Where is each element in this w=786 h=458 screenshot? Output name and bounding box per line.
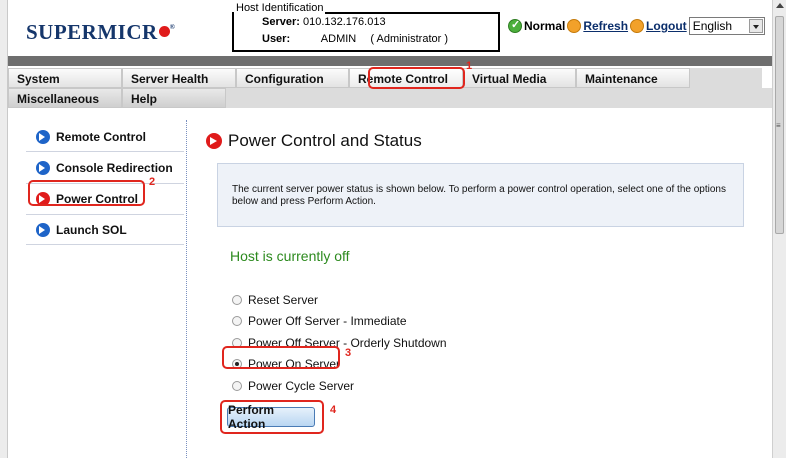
status-area: Normal Refresh Logout English <box>508 17 765 35</box>
sidebar-item-label: Launch SOL <box>56 222 127 237</box>
sidebar-divider <box>186 120 187 458</box>
nav-filler-2 <box>226 88 772 108</box>
user-label: User: <box>262 33 291 45</box>
nav-virtual-media[interactable]: Virtual Media <box>463 68 576 88</box>
server-value: 010.132.176.013 <box>302 16 386 28</box>
option-label: Power Cycle Server <box>248 378 355 393</box>
logo-dot-icon <box>158 26 170 37</box>
nav-help[interactable]: Help <box>122 88 226 108</box>
info-box: The current server power status is shown… <box>217 163 744 227</box>
language-select[interactable]: English <box>688 17 765 35</box>
host-status: Host is currently off <box>230 248 350 264</box>
user-role: ( Administrator ) <box>370 33 449 45</box>
option-label: Reset Server <box>248 292 319 307</box>
nav-maintenance[interactable]: Maintenance <box>576 68 690 88</box>
user-row: User: ADMIN ( Administrator ) <box>262 33 448 45</box>
page-title-text: Power Control and Status <box>228 131 422 150</box>
option-power-off-immediate[interactable]: Power Off Server - Immediate <box>232 311 447 333</box>
status-text: Normal <box>524 19 566 33</box>
power-options: Reset Server Power Off Server - Immediat… <box>232 289 447 397</box>
annotation-box-4 <box>220 400 324 434</box>
annotation-number-4: 4 <box>330 404 337 416</box>
nav-server-health[interactable]: Server Health <box>122 68 236 88</box>
window-left-border <box>0 0 8 458</box>
sidebar-item-label: Console Redirection <box>56 160 173 175</box>
header: SUPERMICR ® Host Identification Server: 0… <box>8 0 772 56</box>
red-arrow-icon <box>206 133 222 149</box>
vertical-scrollbar[interactable]: ≡ <box>772 0 786 458</box>
server-label: Server: <box>262 16 300 28</box>
logo-text: SUPERMICR <box>26 20 158 44</box>
server-row: Server: 010.132.176.013 <box>262 16 386 28</box>
chevron-down-icon[interactable] <box>748 19 763 33</box>
refresh-icon[interactable] <box>567 19 582 33</box>
blue-arrow-icon <box>36 222 50 237</box>
language-value: English <box>692 19 733 33</box>
radio-button[interactable] <box>232 380 242 391</box>
option-power-cycle[interactable]: Power Cycle Server <box>232 375 447 397</box>
annotation-number-1: 1 <box>466 60 473 72</box>
header-divider-band <box>8 56 772 66</box>
radio-button[interactable] <box>232 316 242 327</box>
blue-arrow-icon <box>36 160 50 175</box>
logout-link[interactable]: Logout <box>646 19 687 33</box>
option-reset-server[interactable]: Reset Server <box>232 289 447 311</box>
sidebar-item-launch-sol[interactable]: Launch SOL <box>26 215 184 245</box>
logout-icon[interactable] <box>630 19 645 33</box>
annotation-box-1 <box>368 67 465 89</box>
logo-registered-mark: ® <box>169 23 176 31</box>
annotation-box-3 <box>222 346 340 369</box>
scrollbar-grip-icon: ≡ <box>776 121 781 130</box>
nav-system[interactable]: System <box>8 68 122 88</box>
radio-button[interactable] <box>232 294 242 305</box>
status-ok-icon <box>508 18 522 33</box>
annotation-box-2 <box>28 180 145 206</box>
nav-miscellaneous[interactable]: Miscellaneous <box>8 88 122 108</box>
blue-arrow-icon <box>36 129 50 144</box>
sidebar-item-remote-control[interactable]: Remote Control <box>26 122 184 152</box>
host-identification-legend: Host Identification <box>234 2 326 14</box>
nav-row-2: Miscellaneous Help <box>8 88 772 108</box>
refresh-link[interactable]: Refresh <box>583 19 628 33</box>
supermicro-logo: SUPERMICR ® <box>26 20 175 45</box>
scroll-up-arrow-icon[interactable] <box>776 3 784 8</box>
annotation-number-3: 3 <box>345 347 352 359</box>
page-title: Power Control and Status <box>206 131 422 151</box>
option-label: Power Off Server - Immediate <box>248 314 407 329</box>
sidebar-item-label: Remote Control <box>56 129 146 144</box>
nav-configuration[interactable]: Configuration <box>236 68 349 88</box>
nav-filler <box>690 68 762 88</box>
info-text: The current server power status is shown… <box>232 184 726 207</box>
user-value: ADMIN <box>320 33 357 45</box>
host-identification-box: Host Identification Server: 010.132.176.… <box>232 2 500 52</box>
annotation-number-2: 2 <box>149 176 156 188</box>
